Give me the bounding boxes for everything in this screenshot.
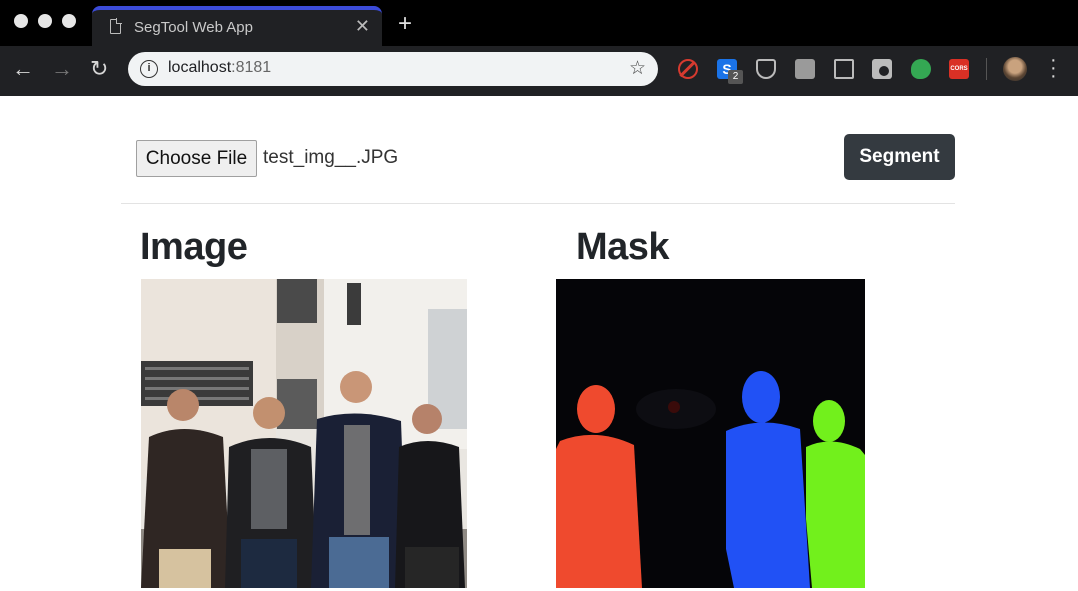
camera-extension-icon[interactable] [872,59,892,79]
extension-badge: 2 [728,70,743,84]
bookmark-star-icon[interactable]: ☆ [629,57,646,80]
profile-avatar[interactable] [1003,57,1027,81]
forward-arrow-icon[interactable]: → [51,56,73,82]
section-divider [121,203,955,204]
cast-icon[interactable] [834,59,854,79]
close-window-dot[interactable] [14,14,28,28]
page-icon [110,18,122,34]
input-photo-illustration [141,279,467,588]
menu-kebab-icon[interactable]: · · · [1050,50,1057,86]
reload-icon[interactable]: ↻ [90,56,108,82]
minimize-window-dot[interactable] [38,14,52,28]
shield-extension-icon[interactable] [756,59,776,79]
url-port: :8181 [231,59,272,76]
toolbar-divider [986,58,987,80]
site-info-icon[interactable]: i [140,60,158,78]
back-arrow-icon[interactable]: ← [12,56,34,82]
mask-heading: Mask [576,226,670,268]
browser-tab-active[interactable]: SegTool Web App ✕ [92,6,382,46]
browser-toolbar: ← → ↻ i localhost:8181 ☆ S 2 CORS · · · [0,46,1078,96]
choose-file-button[interactable]: Choose File [136,140,257,177]
mask-image [556,279,865,588]
browser-tab-bar: SegTool Web App ✕ + [0,0,1078,46]
tab-close-icon[interactable]: ✕ [355,16,370,37]
blocker-extension-icon[interactable] [678,59,698,79]
input-image [141,279,467,588]
leaf-extension-icon[interactable] [911,59,931,79]
url-text: localhost:8181 [168,59,271,77]
segment-button[interactable]: Segment [844,134,955,180]
image-heading: Image [140,226,248,268]
mask-illustration [556,279,865,588]
tab-title: SegTool Web App [134,19,253,36]
cors-extension-icon[interactable]: CORS [949,59,969,79]
address-bar[interactable]: i localhost:8181 ☆ [128,52,658,86]
mail-extension-icon[interactable] [795,59,815,79]
new-tab-button[interactable]: + [398,10,412,38]
maximize-window-dot[interactable] [62,14,76,28]
url-host: localhost [168,59,232,76]
selected-file-name: test_img__.JPG [263,147,399,168]
